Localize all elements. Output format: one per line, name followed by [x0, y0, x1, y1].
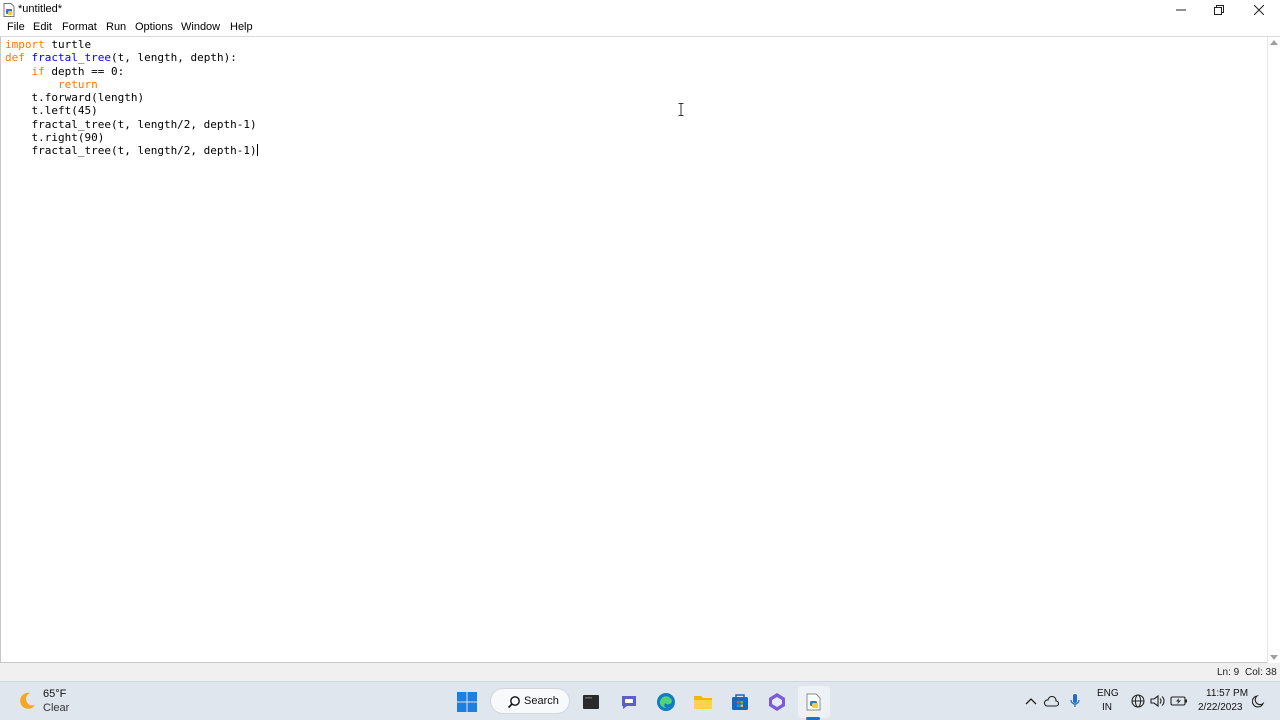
copilot-app-icon[interactable] — [765, 690, 789, 714]
taskbar: 65°F Clear Search ENG IN 11:57 PM 2/22/2… — [0, 681, 1280, 720]
weather-temperature[interactable]: 65°F — [43, 688, 66, 700]
code-token: t.right(90) — [5, 131, 105, 145]
menu-file[interactable]: File — [5, 21, 27, 33]
code-token: turtle — [44, 38, 92, 51]
show-hidden-icons-chevron-icon[interactable] — [1021, 690, 1041, 712]
language-indicator-primary[interactable]: ENG — [1097, 688, 1119, 699]
teams-chat-icon[interactable] — [617, 690, 641, 714]
menu-bar: File Edit Format Run Options Window Help — [0, 20, 1280, 37]
status-column-number: Col: 38 — [1245, 667, 1277, 678]
menu-help[interactable]: Help — [228, 21, 255, 33]
code-keyword: return — [57, 77, 98, 91]
code-token: depth == 0: — [44, 64, 125, 78]
language-indicator-secondary[interactable]: IN — [1102, 702, 1112, 713]
code-token: (t, length, depth): — [110, 51, 237, 65]
scroll-down-arrow-icon[interactable] — [1270, 655, 1278, 660]
taskbar-search-box[interactable]: Search — [490, 688, 570, 714]
microsoft-store-icon[interactable] — [728, 690, 752, 714]
code-line[interactable]: t.forward(length) — [5, 91, 258, 104]
restore-icon — [1214, 5, 1224, 15]
code-text[interactable]: import turtle def fractal_tree(t, length,… — [5, 38, 258, 158]
focus-assist-icon[interactable] — [1249, 690, 1269, 712]
clock-time[interactable]: 11:57 PM — [1206, 688, 1248, 699]
close-button[interactable] — [1240, 0, 1278, 20]
code-token: t.left(45) — [5, 104, 98, 118]
battery-charging-icon[interactable] — [1169, 690, 1189, 712]
code-token: fractal_tree(t, length/2, depth-1) — [5, 144, 257, 158]
windows-start-icon[interactable] — [455, 690, 479, 714]
menu-edit[interactable]: Edit — [31, 21, 54, 33]
scroll-up-arrow-icon[interactable] — [1270, 40, 1278, 45]
restore-button[interactable] — [1200, 0, 1238, 20]
file-explorer-icon[interactable] — [691, 690, 715, 714]
network-globe-icon[interactable] — [1128, 690, 1148, 712]
code-keyword: def — [5, 51, 25, 65]
search-icon — [507, 696, 520, 709]
onedrive-cloud-icon[interactable] — [1041, 690, 1061, 712]
close-icon — [1254, 5, 1264, 15]
window-title: *untitled* — [18, 3, 63, 15]
menu-format[interactable]: Format — [60, 21, 99, 33]
search-label: Search — [524, 695, 559, 707]
title-bar: *untitled* — [0, 0, 1280, 20]
code-line[interactable]: t.right(90) — [5, 131, 258, 144]
vertical-scrollbar[interactable] — [1267, 37, 1280, 663]
file-explorer-dark-icon[interactable] — [579, 690, 603, 714]
code-line[interactable]: if depth == 0: — [5, 65, 258, 78]
code-keyword: import — [5, 38, 45, 51]
python-file-icon — [3, 3, 15, 17]
code-line[interactable]: fractal_tree(t, length/2, depth-1) — [5, 144, 258, 157]
menu-window[interactable]: Window — [179, 21, 222, 33]
idle-editor-window: *untitled* File Edit Format Run Options … — [0, 0, 1280, 720]
volume-speaker-icon[interactable] — [1148, 690, 1168, 712]
microphone-icon[interactable] — [1065, 690, 1085, 712]
minimize-button[interactable] — [1162, 0, 1200, 20]
code-line[interactable]: fractal_tree(t, length/2, depth-1) — [5, 118, 258, 131]
clock-date[interactable]: 2/22/2023 — [1198, 702, 1243, 713]
code-function-name: fractal_tree — [31, 51, 111, 65]
status-bar: Ln: 9 Col: 38 — [0, 663, 1280, 681]
text-cursor-ibeam-icon — [678, 103, 684, 116]
weather-condition[interactable]: Clear — [43, 702, 69, 714]
code-line[interactable]: t.left(45) — [5, 104, 258, 117]
text-caret — [256, 144, 258, 157]
code-token: t.forward(length) — [5, 91, 145, 105]
menu-options[interactable]: Options — [133, 21, 175, 33]
code-line[interactable]: def fractal_tree(t, length, depth): — [5, 51, 258, 64]
moon-weather-icon[interactable] — [16, 690, 38, 712]
code-keyword: if — [31, 64, 45, 78]
status-line-number: Ln: 9 — [1217, 667, 1240, 678]
code-token: fractal_tree(t, length/2, depth-1) — [5, 117, 257, 131]
code-line[interactable]: return — [5, 78, 258, 91]
code-editor[interactable]: import turtle def fractal_tree(t, length,… — [0, 37, 1267, 663]
code-line[interactable]: import turtle — [5, 38, 258, 51]
minimize-icon — [1176, 9, 1186, 11]
menu-run[interactable]: Run — [104, 21, 128, 33]
edge-browser-icon[interactable] — [654, 690, 678, 714]
python-idle-icon[interactable] — [802, 690, 826, 714]
